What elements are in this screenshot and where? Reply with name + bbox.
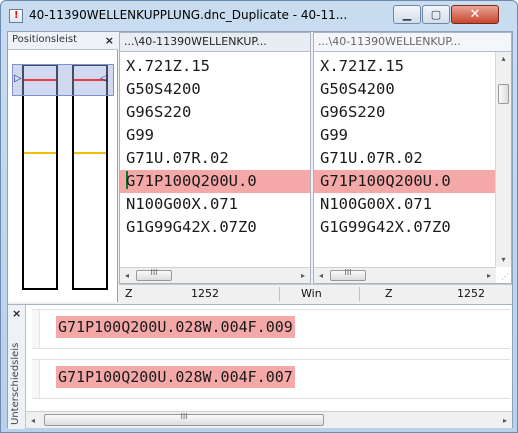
- range-right-arrow-icon: ◁: [100, 73, 108, 84]
- code-line-diff[interactable]: G71P100Q200U.0: [120, 170, 310, 193]
- scroll-right-icon[interactable]: ▸: [482, 268, 496, 283]
- code-line-diff[interactable]: G71P100Q200U.0: [314, 170, 496, 193]
- position-bar-header: Positionsleist ×: [8, 32, 118, 50]
- diff-marker-left: [24, 79, 56, 81]
- row-gutter: [32, 310, 40, 348]
- document-warning-icon[interactable]: !: [9, 9, 23, 23]
- difference-panel: × Unterschiedsleis G71P100Q200U.028W.004…: [8, 304, 512, 429]
- scroll-left-icon[interactable]: ◂: [120, 268, 134, 283]
- scroll-thumb[interactable]: III: [330, 268, 366, 281]
- difference-row-left[interactable]: G71P100Q200U.028W.004F.009: [32, 309, 510, 349]
- left-code-view[interactable]: X.721Z.15 G50S4200 G96S220 G99 G71U.07R.…: [120, 55, 310, 263]
- status-bar: Z 1252 Win Z 1252: [119, 284, 512, 302]
- code-line-text: G71P100Q200U.0: [126, 172, 257, 190]
- grip-icon: III: [180, 412, 188, 421]
- resize-grip-icon[interactable]: ⋰: [501, 272, 509, 281]
- change-marker-right: [74, 152, 106, 154]
- scroll-left-icon[interactable]: ◂: [26, 413, 40, 428]
- scroll-thumb[interactable]: III: [136, 268, 172, 281]
- code-line[interactable]: G99: [314, 124, 496, 147]
- right-file-pane: ...\40-11390WELLENKUP... X.721Z.15 G50S4…: [313, 32, 512, 284]
- right-axis-value: 1252: [457, 287, 485, 300]
- row-gutter: [32, 360, 40, 398]
- left-axis-label: Z: [125, 287, 133, 300]
- code-line[interactable]: X.721Z.15: [314, 55, 496, 78]
- position-bar-close-button[interactable]: ×: [105, 34, 114, 47]
- code-line[interactable]: N100G00X.071: [120, 193, 310, 216]
- scroll-thumb[interactable]: III: [44, 412, 324, 426]
- close-button[interactable]: ✕: [451, 5, 499, 24]
- position-bar-label: Positionsleist: [12, 34, 77, 45]
- right-file-tab-label: ...\40-11390WELLENKUP...: [318, 35, 461, 48]
- right-vertical-scrollbar[interactable]: ▴ ▾: [495, 52, 511, 267]
- scroll-up-icon[interactable]: ▴: [496, 52, 511, 66]
- change-marker-left: [24, 152, 56, 154]
- code-line[interactable]: G99: [120, 124, 310, 147]
- right-code-view[interactable]: X.721Z.15 G50S4200 G96S220 G99 G71U.07R.…: [314, 55, 496, 263]
- left-file-tab[interactable]: ...\40-11390WELLENKUP...: [120, 33, 310, 52]
- code-line[interactable]: X.721Z.15: [120, 55, 310, 78]
- code-line[interactable]: G71U.07R.02: [120, 147, 310, 170]
- scroll-thumb[interactable]: [498, 84, 509, 104]
- difference-text: G71P100Q200U.028W.004F.007: [56, 366, 295, 388]
- difference-panel-label: Unterschiedsleis: [10, 342, 21, 425]
- left-axis-value: 1252: [191, 287, 219, 300]
- title-bar[interactable]: ! 40-11390WELLENKUPPLUNG.dnc_Duplicate -…: [1, 1, 517, 31]
- status-separator: [279, 287, 280, 301]
- left-file-tab-label: ...\40-11390WELLENKUP...: [124, 35, 267, 48]
- difference-horizontal-scrollbar[interactable]: ◂ III ▸: [26, 411, 512, 428]
- window-title: 40-11390WELLENKUPPLUNG.dnc_Duplicate - 4…: [29, 8, 348, 22]
- difference-text: G71P100Q200U.028W.004F.009: [56, 316, 295, 338]
- code-line[interactable]: G1G99G42X.07Z0: [314, 216, 496, 239]
- difference-panel-close-button[interactable]: ×: [12, 307, 21, 320]
- scroll-left-icon[interactable]: ◂: [314, 268, 328, 283]
- left-file-pane: ...\40-11390WELLENKUP... X.721Z.15 G50S4…: [119, 32, 311, 284]
- position-bar-panel: Positionsleist × ▷ ◁: [8, 32, 118, 302]
- right-horizontal-scrollbar[interactable]: ◂ III ▸: [314, 267, 496, 283]
- minimize-button[interactable]: ▁: [393, 5, 421, 24]
- close-icon: ✕: [469, 7, 481, 22]
- code-line[interactable]: N100G00X.071: [314, 193, 496, 216]
- difference-row-right[interactable]: G71P100Q200U.028W.004F.007: [32, 359, 510, 399]
- right-file-tab[interactable]: ...\40-11390WELLENKUP...: [314, 33, 511, 52]
- code-line[interactable]: G50S4200: [120, 78, 310, 101]
- left-horizontal-scrollbar[interactable]: ◂ III ▸: [120, 267, 310, 283]
- range-left-arrow-icon: ▷: [14, 73, 22, 84]
- position-track-right[interactable]: [72, 64, 108, 290]
- scroll-right-icon[interactable]: ▸: [498, 413, 512, 428]
- maximize-icon: ▢: [430, 8, 442, 21]
- position-track-left[interactable]: [22, 64, 58, 290]
- code-line[interactable]: G96S220: [314, 101, 496, 124]
- grip-icon: III: [344, 268, 352, 277]
- maximize-button[interactable]: ▢: [422, 5, 450, 24]
- code-line[interactable]: G1G99G42X.07Z0: [120, 216, 310, 239]
- app-window: ! 40-11390WELLENKUPPLUNG.dnc_Duplicate -…: [0, 0, 518, 433]
- grip-icon: III: [150, 268, 158, 277]
- scroll-right-icon[interactable]: ▸: [296, 268, 310, 283]
- window-label: Win: [301, 287, 322, 300]
- code-line[interactable]: G71U.07R.02: [314, 147, 496, 170]
- minimize-icon: ▁: [402, 8, 412, 21]
- status-separator: [359, 287, 360, 301]
- client-area: Positionsleist × ▷ ◁ ...\40-11390WELLENK…: [7, 31, 513, 429]
- code-line[interactable]: G96S220: [120, 101, 310, 124]
- scroll-down-icon[interactable]: ▾: [496, 253, 511, 267]
- code-line[interactable]: G50S4200: [314, 78, 496, 101]
- right-axis-label: Z: [385, 287, 393, 300]
- difference-panel-sidebar: × Unterschiedsleis: [8, 305, 26, 429]
